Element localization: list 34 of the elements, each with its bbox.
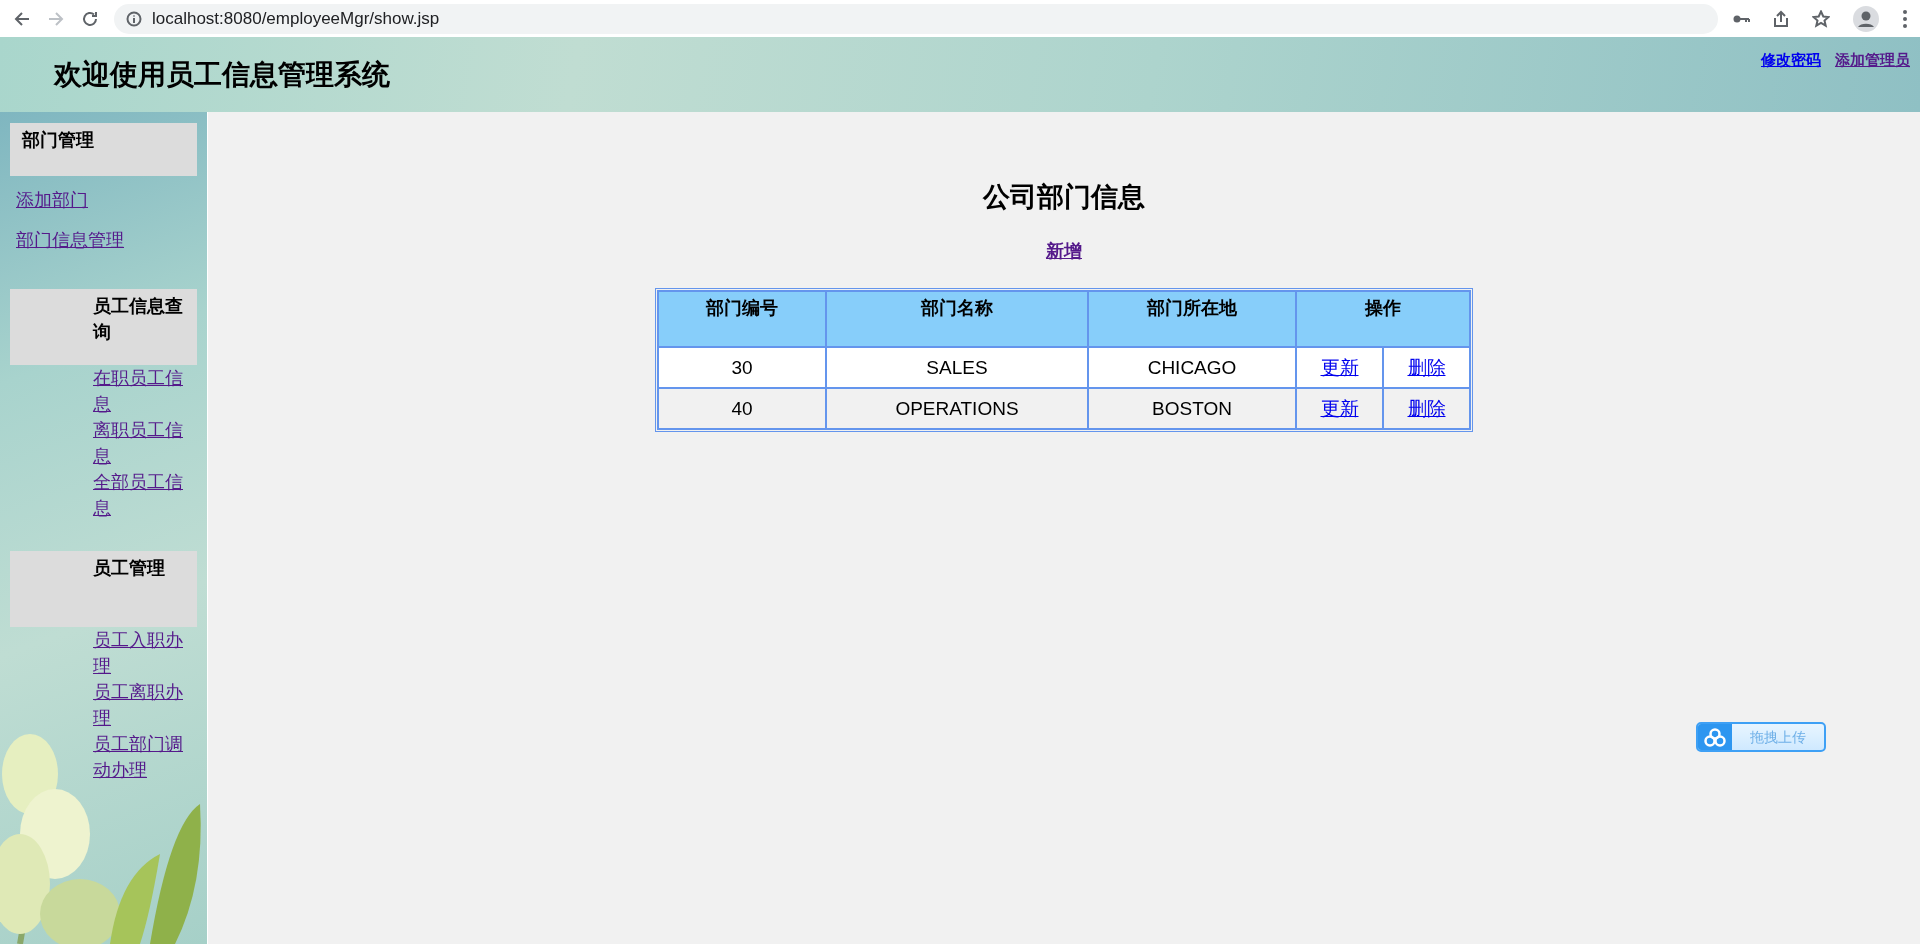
- sidebar-link[interactable]: 员工离职办理: [93, 679, 197, 731]
- header-link[interactable]: 修改密码: [1761, 51, 1821, 70]
- sidebar-link[interactable]: 全部员工信息: [93, 469, 197, 521]
- section-header: 部门管理: [10, 123, 197, 176]
- section-header: 员工管理: [10, 551, 197, 627]
- share-icon[interactable]: [1772, 9, 1790, 28]
- column-header: 操作: [1296, 291, 1470, 347]
- column-header: 部门所在地: [1088, 291, 1296, 347]
- column-header: 部门名称: [826, 291, 1088, 347]
- url-text: localhost:8080/employeeMgr/show.jsp: [152, 8, 440, 29]
- section-header: 员工信息查询: [10, 289, 197, 365]
- table-cell: BOSTON: [1088, 388, 1296, 429]
- header-link[interactable]: 添加管理员: [1835, 51, 1910, 70]
- table-cell: 30: [658, 347, 826, 388]
- sidebar-link[interactable]: 离职员工信息: [93, 417, 197, 469]
- sidebar-link[interactable]: 添加部门: [16, 187, 197, 213]
- table-cell: SALES: [826, 347, 1088, 388]
- address-bar[interactable]: localhost:8080/employeeMgr/show.jsp: [114, 3, 1718, 34]
- star-icon[interactable]: [1812, 9, 1830, 28]
- table-cell: 40: [658, 388, 826, 429]
- info-icon[interactable]: [126, 10, 142, 27]
- page-title: 公司部门信息: [983, 181, 1145, 214]
- sidebar-link[interactable]: 员工部门调动办理: [93, 731, 197, 783]
- sidebar-link[interactable]: 在职员工信息: [93, 365, 197, 417]
- cloud-icon[interactable]: [1704, 727, 1726, 747]
- profile-icon[interactable]: [1852, 4, 1880, 33]
- column-header: 部门编号: [658, 291, 826, 347]
- table-cell: CHICAGO: [1088, 347, 1296, 388]
- site-title: 欢迎使用员工信息管理系统: [54, 57, 390, 92]
- sidebar-link[interactable]: 部门信息管理: [16, 227, 197, 253]
- add-link[interactable]: 新增: [1046, 239, 1082, 263]
- table-cell: OPERATIONS: [826, 388, 1088, 429]
- sidebar-link[interactable]: 员工入职办理: [93, 627, 197, 679]
- menu-icon[interactable]: [1902, 8, 1908, 29]
